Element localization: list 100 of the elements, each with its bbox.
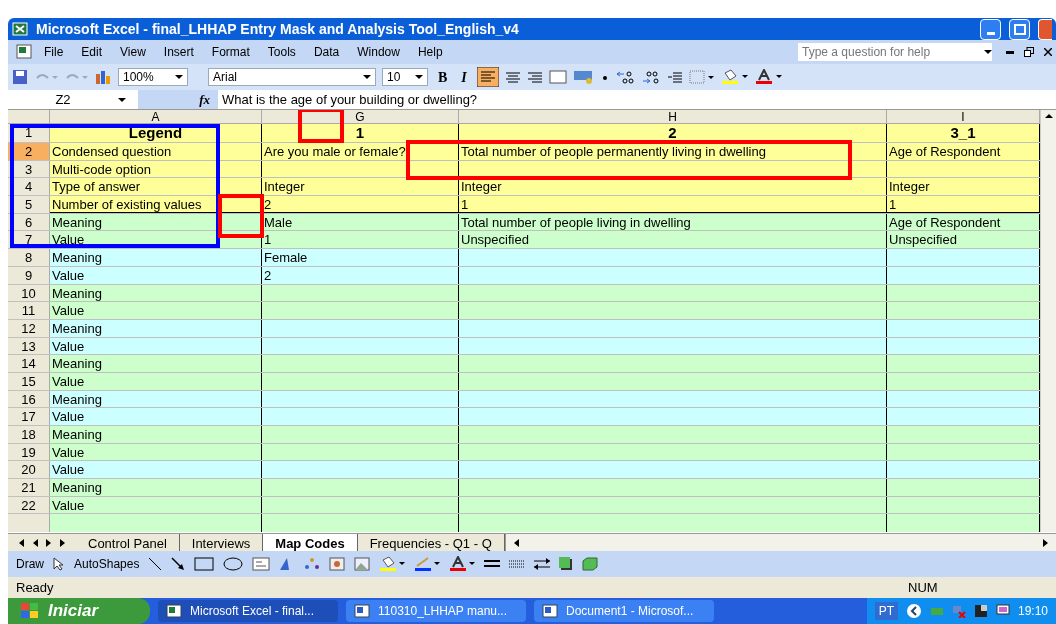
save-icon[interactable] bbox=[12, 69, 28, 85]
currency-icon[interactable] bbox=[572, 69, 595, 85]
table-cell: Value bbox=[50, 461, 262, 479]
table-cell: Value bbox=[50, 302, 262, 319]
table-cell: Number of existing values bbox=[50, 196, 262, 213]
decrease-decimal-icon[interactable] bbox=[640, 70, 661, 84]
autoshapes-menu-button[interactable]: AutoShapes bbox=[74, 555, 140, 573]
insert-function-button[interactable]: fx bbox=[199, 89, 210, 110]
menu-item[interactable]: Tools bbox=[259, 43, 304, 61]
column-header[interactable]: H bbox=[459, 110, 887, 123]
merge-cells-icon[interactable] bbox=[548, 70, 567, 84]
close-icon[interactable] bbox=[1044, 48, 1052, 56]
menu-item[interactable]: Data bbox=[305, 43, 348, 61]
oval-icon[interactable] bbox=[223, 557, 244, 571]
next-sheet-icon[interactable] bbox=[46, 538, 52, 547]
row-header[interactable]: 14 bbox=[8, 355, 50, 372]
fill-color-icon[interactable] bbox=[379, 556, 406, 572]
draw-menu-button[interactable]: Draw bbox=[16, 555, 44, 573]
text-box-icon[interactable] bbox=[252, 557, 271, 571]
table-cell: Condensed question bbox=[50, 143, 262, 160]
menu-item[interactable]: Insert bbox=[155, 43, 202, 61]
minimize-icon[interactable] bbox=[1006, 50, 1014, 54]
row-header[interactable]: 17 bbox=[8, 408, 50, 425]
close-button[interactable] bbox=[1038, 18, 1052, 40]
restore-icon[interactable] bbox=[1024, 47, 1034, 57]
line-style-icon[interactable] bbox=[484, 558, 501, 570]
taskbar-button[interactable]: Microsoft Excel - final... bbox=[158, 600, 338, 622]
table-cell: Age of Respondent bbox=[887, 143, 1040, 160]
menu-item[interactable]: Help bbox=[409, 43, 451, 61]
sheet-tab[interactable]: Map Codes bbox=[263, 534, 358, 551]
vertical-scrollbar[interactable] bbox=[1040, 110, 1056, 533]
diagram-icon[interactable] bbox=[304, 557, 321, 571]
borders-icon[interactable] bbox=[688, 70, 715, 84]
pointer-icon[interactable] bbox=[53, 557, 65, 571]
align-left-icon[interactable] bbox=[476, 67, 499, 87]
row-header[interactable]: 20 bbox=[8, 461, 50, 479]
minimize-button[interactable] bbox=[980, 18, 1001, 40]
table-cell: Meaning bbox=[50, 426, 262, 443]
column-header[interactable]: A bbox=[50, 110, 262, 123]
font-color-icon[interactable] bbox=[449, 556, 476, 572]
dash-style-icon[interactable] bbox=[509, 558, 526, 570]
indent-icon[interactable] bbox=[666, 70, 683, 84]
align-right-icon[interactable] bbox=[526, 70, 543, 84]
picture-icon[interactable] bbox=[354, 557, 371, 571]
font-size-dropdown[interactable]: 10 bbox=[382, 68, 428, 86]
taskbar-button[interactable]: Document1 - Microsof... bbox=[534, 600, 714, 622]
dropdown-arrow-icon bbox=[175, 75, 183, 79]
table-cell: Value bbox=[50, 408, 262, 425]
line-color-icon[interactable] bbox=[414, 556, 441, 572]
tray-icon[interactable] bbox=[973, 604, 988, 618]
table-cell: Unspecified bbox=[887, 231, 1040, 249]
maximize-button[interactable] bbox=[1009, 18, 1030, 40]
document-icon bbox=[166, 604, 182, 618]
zoom-dropdown[interactable]: 100% bbox=[118, 68, 188, 86]
horizontal-scrollbar[interactable] bbox=[504, 534, 1056, 551]
bar-chart-icon[interactable] bbox=[94, 69, 112, 85]
shadow-icon[interactable] bbox=[559, 557, 574, 571]
font-color-icon[interactable] bbox=[754, 69, 783, 85]
rectangle-icon[interactable] bbox=[194, 557, 215, 571]
previous-sheet-icon[interactable] bbox=[32, 538, 38, 547]
table-cell: 1 bbox=[887, 196, 1040, 213]
table-cell: Meaning bbox=[50, 479, 262, 496]
arrow-icon[interactable] bbox=[171, 557, 186, 571]
row-header[interactable]: 18 bbox=[8, 426, 50, 443]
table-cell: 2 bbox=[262, 196, 459, 213]
column-header[interactable]: G bbox=[262, 110, 459, 123]
dropdown-arrow-icon bbox=[984, 50, 992, 54]
start-button[interactable]: Iniciar bbox=[8, 598, 150, 624]
arrow-style-icon[interactable] bbox=[534, 558, 551, 570]
scroll-left-icon bbox=[513, 538, 519, 547]
menu-item[interactable]: File bbox=[36, 43, 72, 61]
table-cell: 1 bbox=[262, 124, 459, 142]
language-indicator[interactable]: PT bbox=[874, 602, 898, 620]
clip-art-icon[interactable] bbox=[329, 557, 346, 571]
menu-item[interactable]: Edit bbox=[73, 43, 111, 61]
row-header[interactable]: 4 bbox=[8, 178, 50, 196]
taskbar-button[interactable]: 110310_LHHAP manu... bbox=[346, 600, 526, 622]
monitor-icon[interactable] bbox=[995, 604, 1010, 618]
fill-color-icon[interactable] bbox=[720, 69, 749, 85]
bold-button[interactable]: B bbox=[434, 66, 452, 88]
3d-style-icon[interactable] bbox=[582, 557, 599, 571]
help-search-field[interactable]: Type a question for help bbox=[798, 43, 992, 61]
chevron-left-icon[interactable] bbox=[905, 603, 922, 619]
document-icon bbox=[354, 604, 370, 618]
line-icon[interactable] bbox=[148, 557, 163, 571]
row-header[interactable]: 5 bbox=[8, 196, 50, 213]
menu-item[interactable]: Window bbox=[349, 43, 408, 61]
row-header[interactable]: 11 bbox=[8, 302, 50, 319]
align-center-icon[interactable] bbox=[504, 70, 521, 84]
name-box[interactable]: Z2 bbox=[8, 90, 138, 109]
italic-button[interactable]: I bbox=[457, 66, 471, 88]
increase-decimal-icon[interactable] bbox=[614, 70, 635, 84]
font-dropdown[interactable]: Arial bbox=[208, 68, 376, 86]
row-header[interactable]: 2 bbox=[8, 143, 50, 160]
table-cell: Integer bbox=[887, 178, 1040, 196]
row-header[interactable]: 8 bbox=[8, 249, 50, 266]
menu-item[interactable]: View bbox=[112, 43, 154, 61]
menu-item[interactable]: Format bbox=[203, 43, 258, 61]
formula-field[interactable]: What is the age of your building or dwelling? bbox=[218, 89, 478, 110]
row-header[interactable]: 21 bbox=[8, 479, 50, 496]
